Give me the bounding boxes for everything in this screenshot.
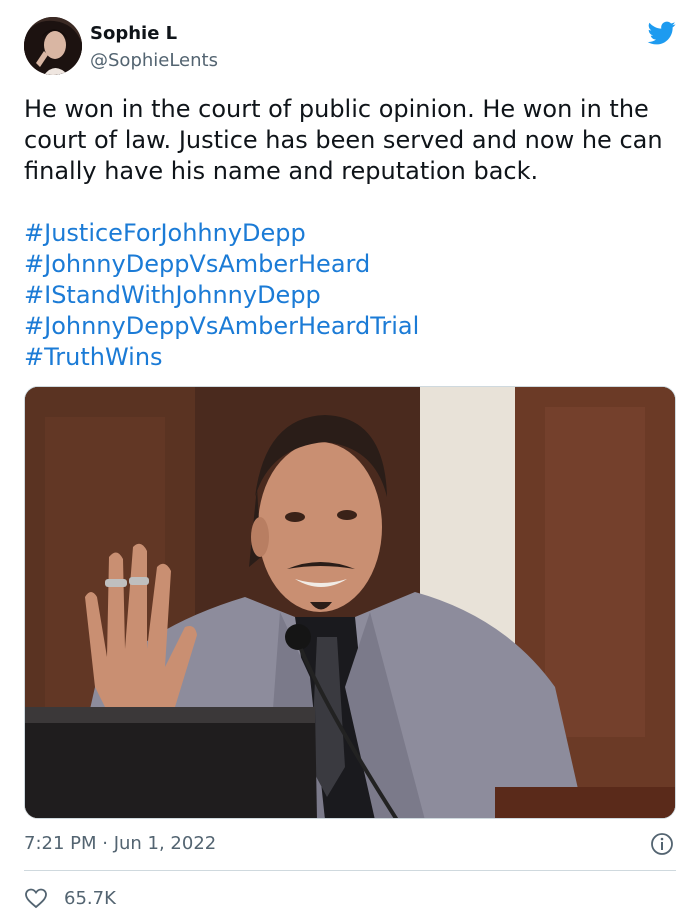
like-count: 65.7K [64,887,116,909]
user-handle[interactable]: @SophieLents [90,50,218,71]
tweet-text: He won in the court of public opinion. H… [24,94,679,373]
heart-icon[interactable] [24,886,48,910]
tweet-card: Sophie L @SophieLents He won in the cour… [0,0,700,923]
info-icon[interactable] [650,832,674,856]
divider [24,870,676,871]
tweet-header: Sophie L @SophieLents [24,17,678,79]
hashtag-link[interactable]: #TruthWins [24,342,679,373]
hashtag-link[interactable]: #JusticeForJohhnyDepp [24,218,679,249]
tweet-timestamp[interactable]: 7:21 PM · Jun 1, 2022 [24,833,216,854]
avatar[interactable] [24,17,82,75]
hashtag-list: #JusticeForJohhnyDepp #JohnnyDeppVsAmber… [24,218,679,373]
twitter-bird-icon[interactable] [646,19,678,47]
like-button[interactable]: 65.7K [24,884,116,912]
display-name[interactable]: Sophie L [90,23,177,44]
hashtag-link[interactable]: #JohnnyDeppVsAmberHeard [24,249,679,280]
hashtag-link[interactable]: #IStandWithJohnnyDepp [24,280,679,311]
tweet-body: He won in the court of public opinion. H… [24,95,663,185]
hashtag-link[interactable]: #JohnnyDeppVsAmberHeardTrial [24,311,679,342]
tweet-photo[interactable] [24,386,676,819]
